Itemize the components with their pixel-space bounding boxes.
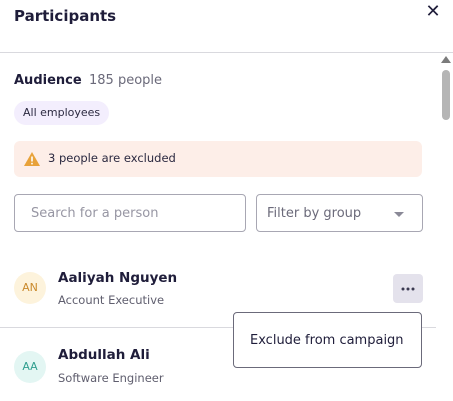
warning-icon: [24, 152, 40, 166]
more-horizontal-icon: [401, 287, 415, 291]
search-input[interactable]: [16, 196, 244, 230]
chevron-down-icon: [394, 212, 404, 217]
exclude-from-campaign-menu-item[interactable]: Exclude from campaign: [233, 312, 422, 368]
participant-name: Aaliyah Nguyen: [58, 270, 178, 286]
avatar: AA: [14, 351, 46, 383]
scrollbar[interactable]: [439, 53, 453, 401]
panel-title: Participants: [14, 7, 117, 25]
filter-by-group-select[interactable]: Filter by group: [256, 194, 423, 232]
audience-count: 185 people: [89, 73, 163, 88]
participant-role: Account Executive: [58, 293, 165, 307]
search-field[interactable]: [14, 194, 246, 232]
scrollbar-thumb[interactable]: [442, 70, 450, 120]
participants-header: Participants ✕: [0, 0, 453, 53]
filter-label: Filter by group: [267, 206, 362, 221]
participant-name: Abdullah Ali: [58, 347, 150, 363]
participant-role: Software Engineer: [58, 371, 164, 385]
more-options-button[interactable]: [393, 274, 423, 303]
close-icon[interactable]: ✕: [424, 2, 442, 22]
audience-label: Audience: [14, 73, 82, 88]
scroll-up-arrow-icon[interactable]: [441, 56, 451, 63]
excluded-alert: 3 people are excluded: [14, 141, 422, 177]
audience-chip: All employees: [14, 101, 110, 125]
avatar: AN: [14, 272, 46, 304]
alert-text: 3 people are excluded: [48, 151, 176, 165]
exclude-label: Exclude from campaign: [250, 333, 404, 348]
